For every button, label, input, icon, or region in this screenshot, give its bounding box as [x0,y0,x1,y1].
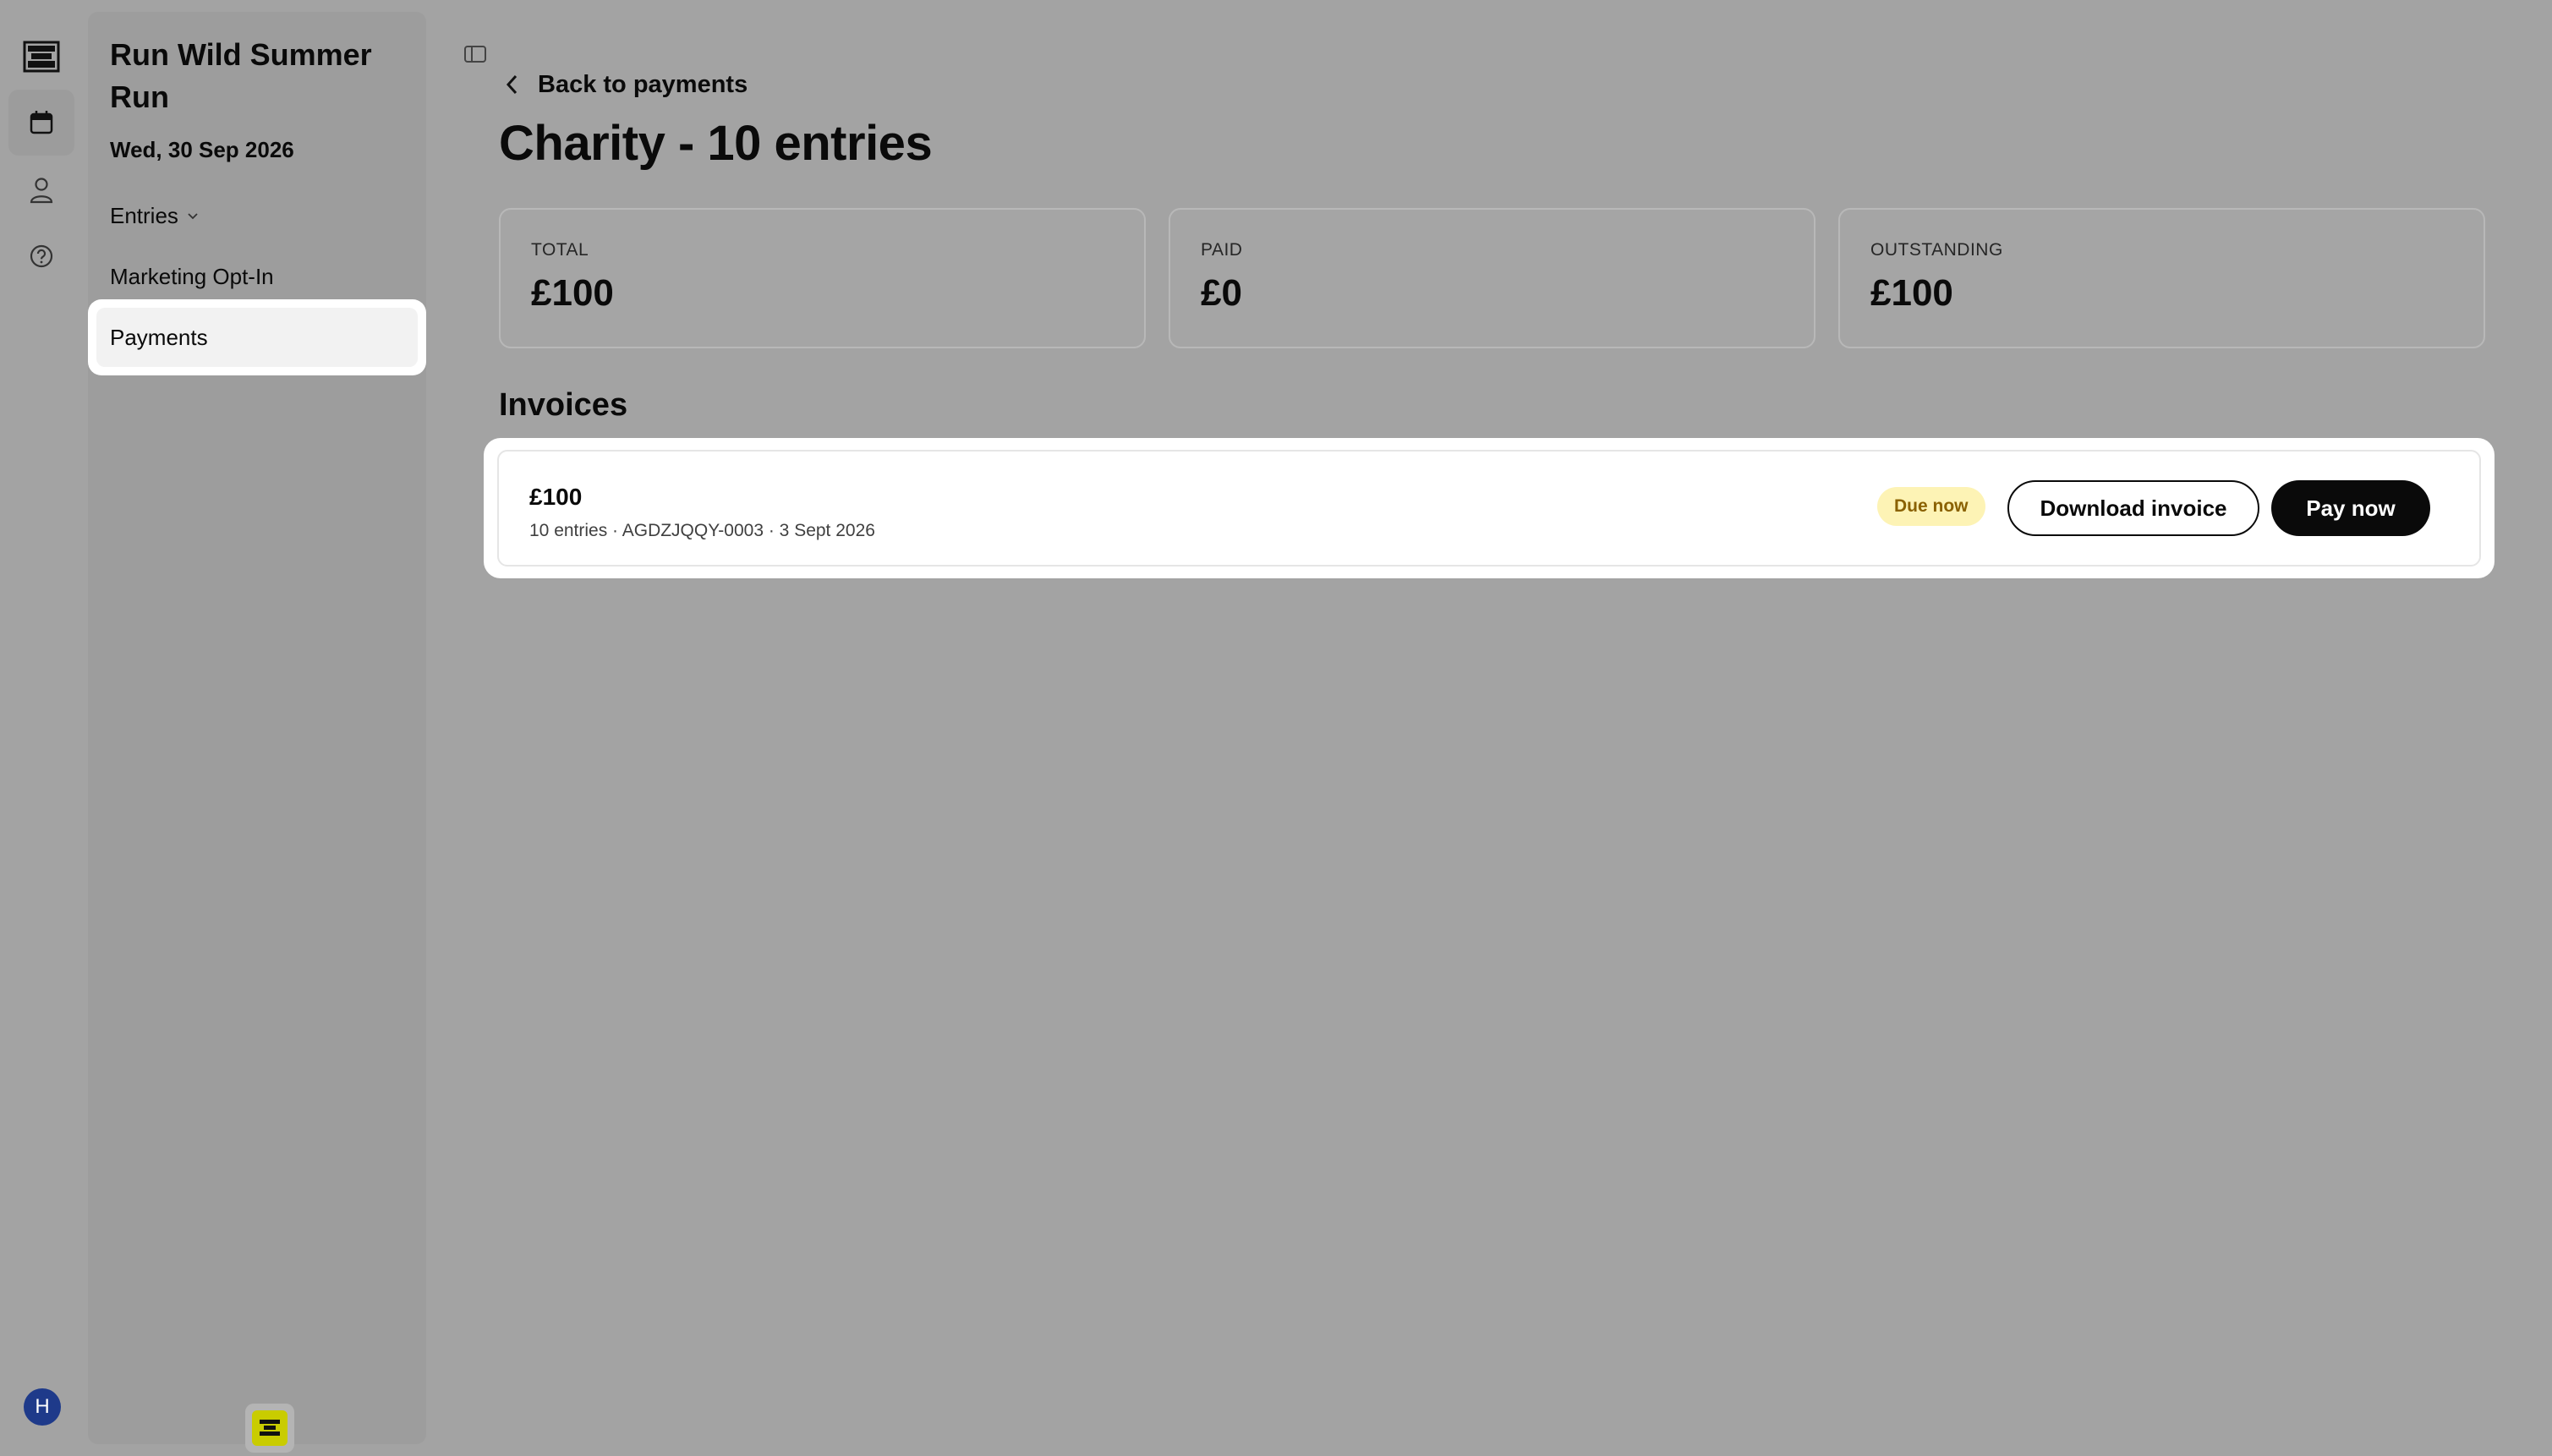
event-sidebar: Run Wild Summer Run Wed, 30 Sep 2026 Ent… [88,12,426,1453]
avatar[interactable]: H [24,1388,61,1426]
invoice-meta: 10 entries · AGDZJQQY-0003 · 3 Sept 2026 [529,521,875,540]
stat-label: TOTAL [531,240,589,260]
stat-value: £100 [531,272,614,314]
avatar-initial: H [35,1395,50,1418]
brand-logo-icon[interactable] [245,1404,294,1453]
download-invoice-button[interactable]: Download invoice [2007,480,2259,536]
page-title: Charity - 10 entries [499,116,933,171]
invoice-amount: £100 [529,484,583,510]
sidebar-item-marketing-opt-in[interactable]: Marketing Opt-In [110,264,274,290]
user-icon[interactable] [8,157,74,223]
stat-card-total: TOTAL £100 [499,208,1146,348]
stat-value: £100 [1870,272,1953,314]
sidebar-item-label: Entries [110,203,178,228]
sidebar-toggle-icon[interactable] [463,44,487,64]
chevron-down-icon [188,212,198,219]
calendar-icon[interactable] [8,90,74,156]
status-badge: Due now [1877,487,1985,526]
invoice-list: £100 10 entries · AGDZJQQY-0003 · 3 Sept… [484,438,2494,578]
stat-card-outstanding: OUTSTANDING £100 [1838,208,2485,348]
sidebar-item-entries[interactable]: Entries [110,203,199,229]
invoice-row: £100 10 entries · AGDZJQQY-0003 · 3 Sept… [497,450,2481,567]
sidebar-item-payments-highlight: Payments [88,299,426,375]
back-to-payments-link[interactable]: Back to payments [506,68,748,101]
stat-label: OUTSTANDING [1870,240,2003,260]
stat-value: £0 [1201,272,1242,314]
help-icon[interactable] [8,223,74,289]
stat-label: PAID [1201,240,1243,260]
event-date: Wed, 30 Sep 2026 [110,137,294,162]
sidebar-item-payments[interactable]: Payments [96,308,418,367]
stat-card-paid: PAID £0 [1169,208,1815,348]
event-title: Run Wild Summer Run [110,37,372,114]
app-logo-icon[interactable] [8,24,74,90]
back-label: Back to payments [538,70,748,98]
pay-now-button[interactable]: Pay now [2271,480,2430,536]
chevron-left-icon [506,74,518,95]
icon-rail: H [0,0,85,1456]
invoices-heading: Invoices [499,387,628,423]
